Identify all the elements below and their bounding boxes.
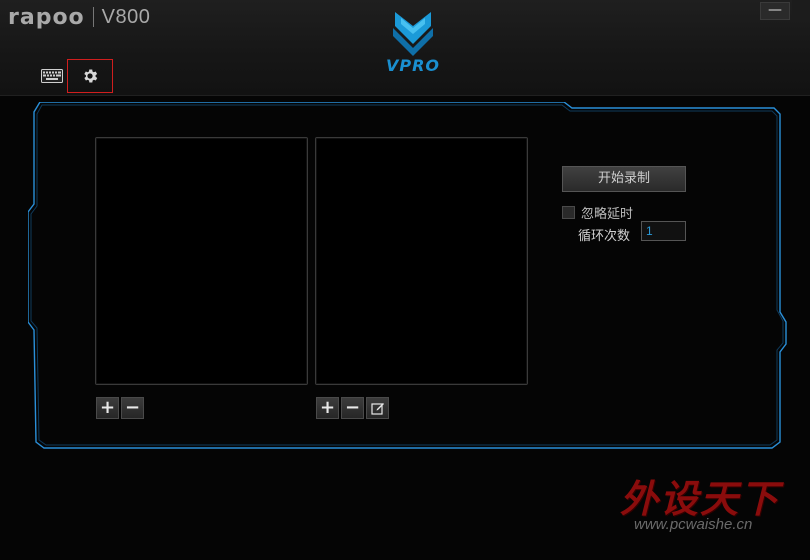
remove-action-button[interactable]: − xyxy=(341,397,364,419)
watermark-title: 外设天下 xyxy=(620,476,781,521)
remove-macro-button[interactable]: − xyxy=(121,397,144,419)
loop-count-input[interactable]: 1 xyxy=(641,221,686,241)
edit-action-button[interactable] xyxy=(366,397,389,419)
start-recording-button[interactable]: 开始录制 xyxy=(562,166,686,192)
edit-icon xyxy=(370,403,384,415)
macro-list[interactable] xyxy=(95,137,308,385)
keyboard-icon xyxy=(41,69,63,83)
title-bar: rapoo V800 — VPRO xyxy=(0,0,810,96)
close-button[interactable] xyxy=(792,0,810,18)
brand-divider xyxy=(92,7,94,27)
logo-text: VPRO xyxy=(385,56,441,75)
ignore-delay-checkbox[interactable] xyxy=(562,206,575,219)
macro-action-list[interactable] xyxy=(315,137,528,385)
macro-list-controls: + − xyxy=(96,397,144,419)
minimize-button[interactable]: — xyxy=(760,2,790,20)
gear-icon xyxy=(84,69,98,83)
model-name: V800 xyxy=(101,5,151,28)
add-macro-button[interactable]: + xyxy=(96,397,119,419)
ignore-delay-option[interactable]: 忽略延时 xyxy=(562,203,633,222)
vpro-emblem-icon xyxy=(393,12,433,56)
watermark: 外设天下 www.pcwaishe.cn xyxy=(614,468,804,548)
ignore-delay-label: 忽略延时 xyxy=(581,207,634,222)
action-list-controls: + − xyxy=(316,397,389,419)
brand-name: rapoo xyxy=(8,4,85,30)
vpro-logo: VPRO xyxy=(377,10,449,75)
tab-settings[interactable] xyxy=(67,59,113,93)
watermark-url: www.pcwaishe.cn xyxy=(634,516,753,533)
brand-logo: rapoo V800 xyxy=(8,4,150,30)
loop-count-label: 循环次数 xyxy=(578,229,631,244)
add-action-button[interactable]: + xyxy=(316,397,339,419)
